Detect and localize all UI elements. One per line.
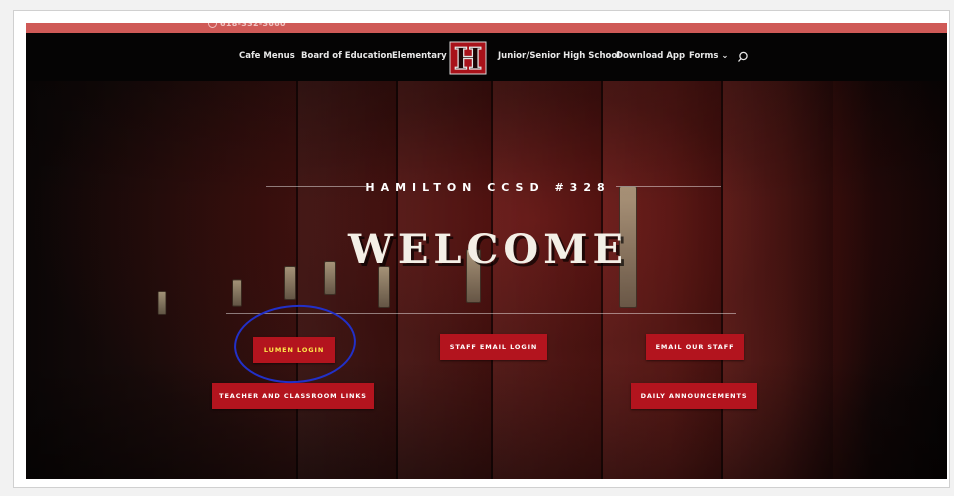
hero-section: HAMILTON CCSD #328 WELCOME bbox=[26, 81, 947, 479]
divider-line bbox=[226, 313, 736, 314]
search-icon[interactable] bbox=[737, 51, 749, 63]
nav-item-board-of-education[interactable]: Board of Education bbox=[301, 51, 392, 61]
hero-shade-overlay bbox=[26, 81, 947, 479]
nav-item-forms[interactable]: Forms ⌄ bbox=[689, 51, 729, 61]
daily-announcements-button[interactable]: DAILY ANNOUNCEMENTS bbox=[631, 383, 757, 409]
district-name: HAMILTON CCSD #328 bbox=[365, 181, 611, 194]
nav-item-elementary[interactable]: Elementary bbox=[392, 51, 447, 61]
school-logo[interactable]: H bbox=[449, 41, 487, 75]
phone-number[interactable]: 618-332-3660 bbox=[208, 23, 286, 28]
top-bar: 618-332-3660 bbox=[26, 23, 947, 33]
svg-text:H: H bbox=[454, 42, 482, 75]
nav-item-cafe-menus[interactable]: Cafe Menus bbox=[239, 51, 295, 61]
lumen-login-button[interactable]: LUMEN LOGIN bbox=[253, 337, 335, 363]
phone-icon bbox=[208, 23, 217, 28]
staff-email-login-button[interactable]: STAFF EMAIL LOGIN bbox=[440, 334, 547, 360]
website-viewport: 618-332-3660 Cafe Menus Board of Educati… bbox=[26, 23, 947, 479]
nav-item-junior-senior-high[interactable]: Junior/Senior High School bbox=[498, 51, 620, 61]
teacher-classroom-links-button[interactable]: TEACHER AND CLASSROOM LINKS bbox=[212, 383, 374, 409]
email-our-staff-button[interactable]: EMAIL OUR STAFF bbox=[646, 334, 744, 360]
welcome-heading: WELCOME bbox=[348, 226, 628, 273]
main-navigation: Cafe Menus Board of Education Elementary… bbox=[26, 33, 947, 81]
nav-item-download-app[interactable]: Download App bbox=[616, 51, 685, 61]
